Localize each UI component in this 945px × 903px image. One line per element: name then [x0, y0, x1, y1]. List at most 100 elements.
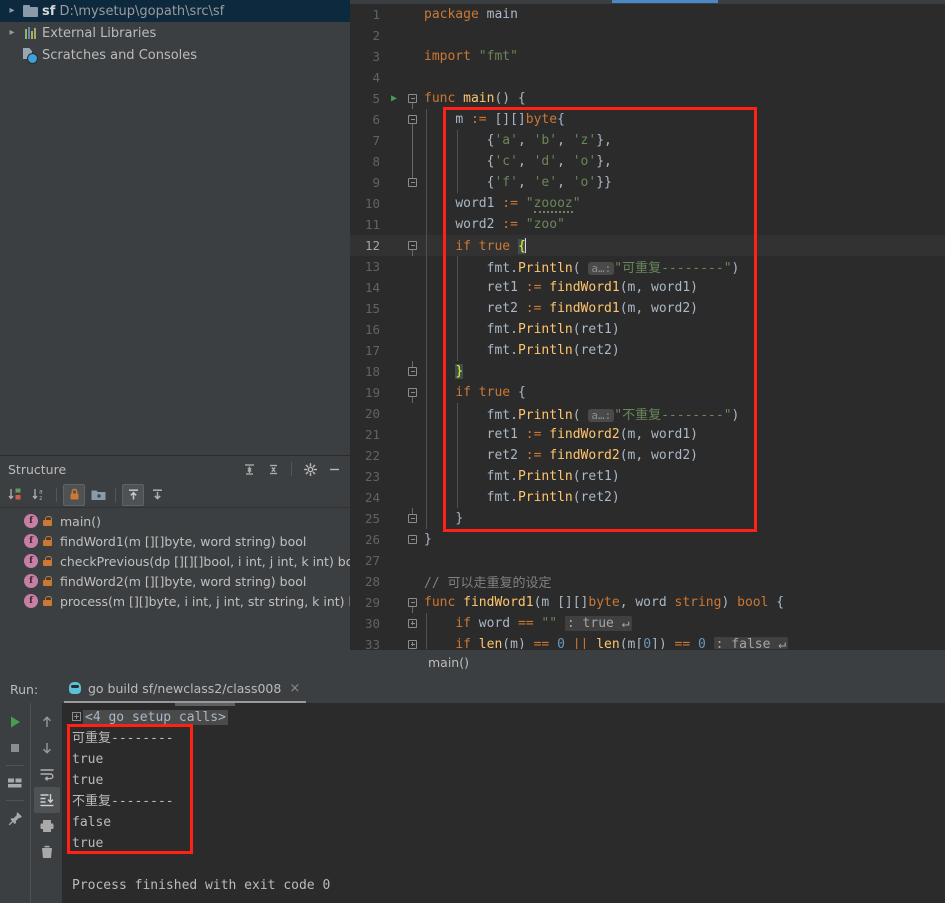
fold-collapse-icon[interactable]: [408, 240, 417, 250]
fold-collapse-icon[interactable]: [408, 534, 417, 544]
code-line[interactable]: 10 word1 := "zoooz": [350, 193, 945, 214]
breadcrumb[interactable]: main(): [350, 649, 945, 675]
structure-item[interactable]: f checkPrevious(dp [][][]bool, i int, j …: [0, 551, 350, 571]
gear-icon[interactable]: [300, 459, 320, 479]
fold-gutter[interactable]: [402, 403, 422, 424]
code-line[interactable]: 1 package main: [350, 4, 945, 25]
code-line[interactable]: 27: [350, 550, 945, 571]
group-by-file-icon[interactable]: [87, 484, 109, 506]
fold-gutter[interactable]: [402, 487, 422, 508]
fold-gutter[interactable]: [402, 340, 422, 361]
structure-item[interactable]: f findWord1(m [][]byte, word string) boo…: [0, 531, 350, 551]
fold-gutter[interactable]: [402, 67, 422, 88]
code-line[interactable]: 29 func findWord1(m [][]byte, word string…: [350, 592, 945, 613]
code-line[interactable]: 16 fmt.Println(ret1): [350, 319, 945, 340]
show-non-public-icon[interactable]: [63, 483, 85, 506]
expand-icon[interactable]: [72, 712, 81, 721]
print-icon[interactable]: [34, 813, 60, 839]
fold-gutter[interactable]: [402, 88, 422, 109]
fold-expand-icon[interactable]: [408, 618, 417, 628]
fold-gutter[interactable]: [402, 550, 422, 571]
code-line[interactable]: 6 m := [][]byte{: [350, 109, 945, 130]
up-arrow-icon[interactable]: [34, 709, 60, 735]
fold-gutter[interactable]: [402, 214, 422, 235]
fold-collapse-icon[interactable]: [408, 597, 417, 607]
code-line[interactable]: 15 ret2 := findWord1(m, word2): [350, 298, 945, 319]
code-lines[interactable]: 1 package main 2 3 import "fmt" 4 5 ▶ func main(…: [350, 4, 945, 655]
code-line[interactable]: 11 word2 := "zoo": [350, 214, 945, 235]
fold-gutter[interactable]: [402, 193, 422, 214]
structure-item-list[interactable]: f main() f findWord1(m [][]byte, word st…: [0, 508, 350, 611]
fold-gutter[interactable]: [402, 46, 422, 67]
code-line[interactable]: 22 ret2 := findWord2(m, word2): [350, 445, 945, 466]
run-tab[interactable]: go build sf/newclass2/class008 ×: [64, 675, 307, 703]
fold-gutter[interactable]: [402, 256, 422, 277]
fold-gutter[interactable]: [402, 361, 422, 382]
close-icon[interactable]: ×: [289, 681, 300, 696]
code-line[interactable]: 7 {'a', 'b', 'z'},: [350, 130, 945, 151]
structure-item[interactable]: f findWord2(m [][]byte, word string) boo…: [0, 571, 350, 591]
code-line[interactable]: 12 if true {: [350, 235, 945, 256]
layout-icon[interactable]: [2, 770, 28, 796]
fold-gutter[interactable]: [402, 130, 422, 151]
fold-gutter[interactable]: [402, 424, 422, 445]
console-scroll-indicator[interactable]: [175, 703, 235, 706]
code-line[interactable]: 3 import "fmt": [350, 46, 945, 67]
code-line[interactable]: 9 {'f', 'e', 'o'}}: [350, 172, 945, 193]
fold-gutter[interactable]: [402, 571, 422, 592]
tree-item-project-root[interactable]: ▸ sf D:\mysetup\gopath\src\sf: [0, 0, 350, 22]
sort-by-visibility-icon[interactable]: [4, 484, 26, 506]
code-line[interactable]: 25 }: [350, 508, 945, 529]
minimize-icon[interactable]: [324, 459, 344, 479]
code-line[interactable]: 5 ▶ func main() {: [350, 88, 945, 109]
fold-gutter[interactable]: [402, 529, 422, 550]
fold-gutter[interactable]: [402, 445, 422, 466]
trash-icon[interactable]: [34, 839, 60, 865]
code-editor[interactable]: 1 package main 2 3 import "fmt" 4 5 ▶ func main(…: [350, 0, 945, 675]
sort-alphabetically-icon[interactable]: a z: [28, 484, 50, 506]
code-line[interactable]: 23 fmt.Println(ret1): [350, 466, 945, 487]
run-icon[interactable]: [2, 709, 28, 735]
stop-icon[interactable]: [2, 735, 28, 761]
code-line[interactable]: 2: [350, 25, 945, 46]
code-line[interactable]: 17 fmt.Println(ret2): [350, 340, 945, 361]
code-line[interactable]: 19 if true {: [350, 382, 945, 403]
fold-collapse-icon[interactable]: [408, 513, 417, 523]
fold-gutter[interactable]: [402, 277, 422, 298]
code-line[interactable]: 18 }: [350, 361, 945, 382]
fold-gutter[interactable]: [402, 298, 422, 319]
fold-gutter[interactable]: [402, 109, 422, 130]
code-line[interactable]: 21 ret1 := findWord2(m, word1): [350, 424, 945, 445]
fold-gutter[interactable]: [402, 592, 422, 613]
tree-item-external-libraries[interactable]: ▸ External Libraries: [0, 22, 350, 44]
scroll-from-source-icon[interactable]: [122, 483, 144, 506]
down-arrow-icon[interactable]: [34, 735, 60, 761]
code-line[interactable]: 26}: [350, 529, 945, 550]
fold-gutter[interactable]: [402, 319, 422, 340]
code-line[interactable]: 8 {'c', 'd', 'o'},: [350, 151, 945, 172]
fold-collapse-icon[interactable]: [408, 93, 417, 103]
structure-item[interactable]: f main(): [0, 511, 350, 531]
fold-gutter[interactable]: [402, 25, 422, 46]
fold-gutter[interactable]: [402, 4, 422, 25]
fold-expand-icon[interactable]: [408, 639, 417, 649]
soft-wrap-icon[interactable]: [34, 761, 60, 787]
fold-collapse-icon[interactable]: [408, 366, 417, 376]
code-line[interactable]: 13 fmt.Println( a…: "可重复--------"): [350, 256, 945, 277]
code-line[interactable]: 14 ret1 := findWord1(m, word1): [350, 277, 945, 298]
code-line[interactable]: 24 fmt.Println(ret2): [350, 487, 945, 508]
chevron-right-icon[interactable]: ▸: [4, 6, 20, 16]
code-line[interactable]: 30 if word == "" : true ↵: [350, 613, 945, 634]
fold-gutter[interactable]: [402, 508, 422, 529]
expand-all-icon[interactable]: [239, 459, 259, 479]
code-line[interactable]: 20 fmt.Println( a…: "不重复--------"): [350, 403, 945, 424]
project-tree-panel[interactable]: ▸ sf D:\mysetup\gopath\src\sf ▸ External…: [0, 0, 350, 455]
fold-gutter[interactable]: [402, 613, 422, 634]
collapse-all-icon[interactable]: [263, 459, 283, 479]
code-line[interactable]: 28 // 可以走重复的设定: [350, 571, 945, 592]
scroll-to-source-icon[interactable]: [146, 484, 168, 506]
fold-gutter[interactable]: [402, 382, 422, 403]
fold-gutter[interactable]: [402, 151, 422, 172]
run-gutter-icon[interactable]: ▶: [386, 93, 402, 104]
structure-item[interactable]: f process(m [][]byte, i int, j int, str …: [0, 591, 350, 611]
